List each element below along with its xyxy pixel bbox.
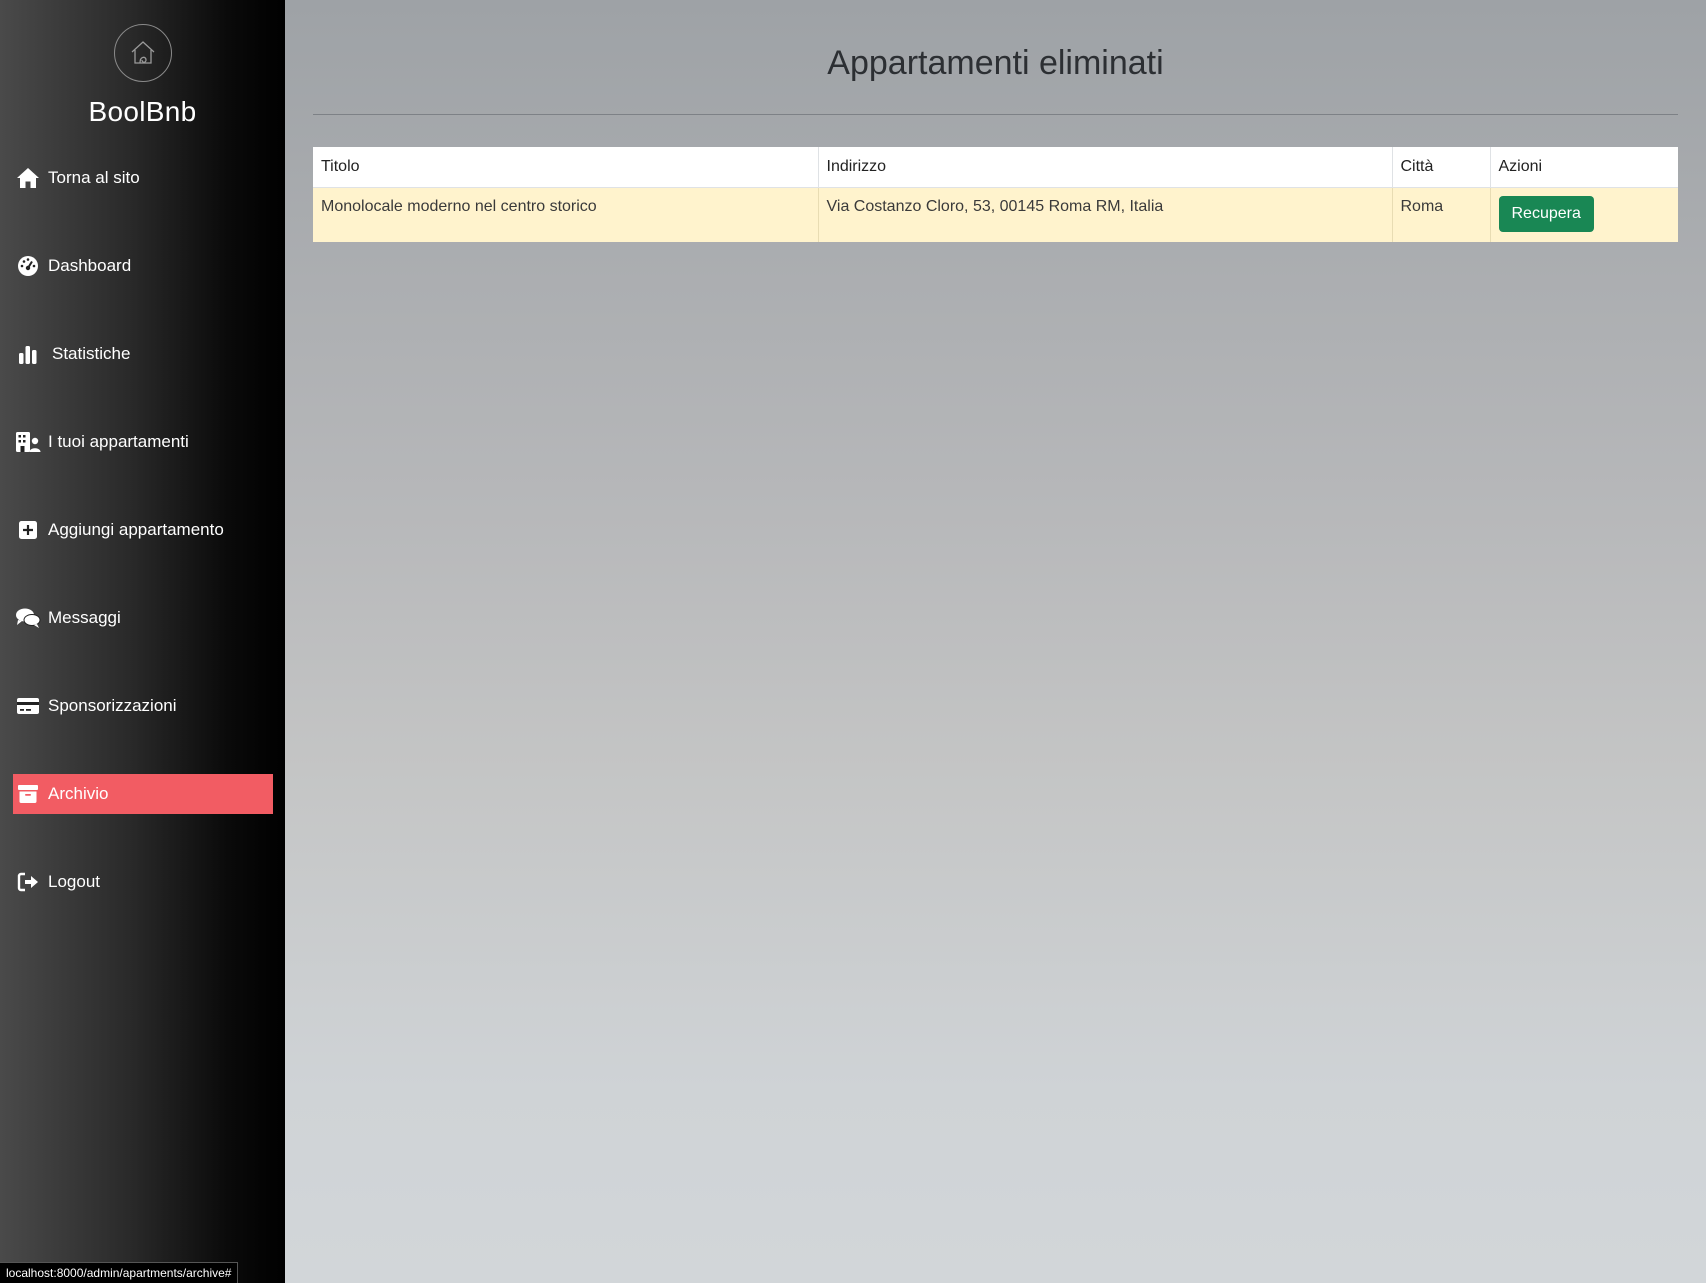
comments-icon bbox=[15, 605, 41, 631]
plus-square-icon bbox=[15, 517, 41, 543]
sidebar-item-sponsorizzazioni[interactable]: Sponsorizzazioni bbox=[13, 686, 273, 726]
sidebar-item-i-tuoi-appartamenti[interactable]: I tuoi appartamenti bbox=[13, 422, 273, 462]
column-header-indirizzo: Indirizzo bbox=[817, 147, 1392, 188]
sidebar-item-torna-al-sito[interactable]: Torna al sito bbox=[13, 158, 273, 198]
sidebar-item-label: Dashboard bbox=[48, 256, 132, 275]
sidebar-item-logout[interactable]: Logout bbox=[13, 862, 273, 902]
table-header-row: Titolo Indirizzo Città Azioni bbox=[313, 147, 1678, 188]
cell-azioni: Recupera bbox=[1489, 187, 1678, 242]
sidebar-item-label: Torna al sito bbox=[48, 168, 140, 187]
sidebar-item-messaggi[interactable]: Messaggi bbox=[13, 598, 273, 638]
gauge-icon bbox=[15, 253, 41, 279]
archive-icon bbox=[15, 781, 41, 807]
bar-chart-icon bbox=[15, 341, 41, 367]
building-user-icon bbox=[15, 429, 41, 455]
title-divider bbox=[313, 114, 1678, 115]
cell-citta: Roma bbox=[1391, 187, 1490, 242]
logo-block: BoolBnb bbox=[0, 0, 285, 128]
table-row: Monolocale moderno nel centro storico Vi… bbox=[313, 187, 1678, 242]
sidebar-item-label: Statistiche bbox=[52, 344, 131, 363]
column-header-titolo: Titolo bbox=[313, 147, 818, 188]
sidebar-item-archivio[interactable]: Archivio bbox=[13, 774, 273, 814]
credit-card-icon bbox=[15, 693, 41, 719]
recupera-button[interactable]: Recupera bbox=[1498, 196, 1594, 232]
main-content: Appartamenti eliminati Titolo Indirizzo … bbox=[285, 0, 1706, 1283]
app-root: BoolBnb Torna al sito Dashboard Statisti… bbox=[0, 0, 1706, 1283]
sidebar-item-label: Logout bbox=[48, 872, 100, 891]
column-header-azioni: Azioni bbox=[1489, 147, 1678, 188]
sidebar: BoolBnb Torna al sito Dashboard Statisti… bbox=[0, 0, 285, 1283]
sidebar-item-label: Messaggi bbox=[48, 608, 121, 627]
sidebar-item-dashboard[interactable]: Dashboard bbox=[13, 246, 273, 286]
logout-icon bbox=[15, 869, 41, 895]
sidebar-item-label: Aggiungi appartamento bbox=[48, 520, 224, 539]
archive-table: Titolo Indirizzo Città Azioni Monolocale… bbox=[313, 147, 1678, 242]
cell-indirizzo: Via Costanzo Cloro, 53, 00145 Roma RM, I… bbox=[817, 187, 1392, 242]
page-title: Appartamenti eliminati bbox=[827, 44, 1164, 82]
archive-table-container: Titolo Indirizzo Città Azioni Monolocale… bbox=[313, 147, 1678, 242]
column-header-citta: Città bbox=[1391, 147, 1490, 188]
sidebar-item-label: Sponsorizzazioni bbox=[48, 696, 177, 715]
brand-name: BoolBnb bbox=[88, 96, 197, 127]
sidebar-item-label: I tuoi appartamenti bbox=[48, 432, 189, 451]
status-bar-url: localhost:8000/admin/apartments/archive# bbox=[0, 1262, 239, 1283]
home-icon bbox=[15, 165, 41, 191]
sidebar-item-label: Archivio bbox=[48, 784, 109, 803]
logo-icon[interactable] bbox=[113, 24, 172, 82]
sidebar-item-statistiche[interactable]: Statistiche bbox=[13, 334, 273, 374]
cell-titolo: Monolocale moderno nel centro storico bbox=[313, 187, 818, 242]
sidebar-nav: Torna al sito Dashboard Statistiche I tu… bbox=[13, 158, 273, 950]
sidebar-item-aggiungi-appartamento[interactable]: Aggiungi appartamento bbox=[13, 510, 273, 550]
